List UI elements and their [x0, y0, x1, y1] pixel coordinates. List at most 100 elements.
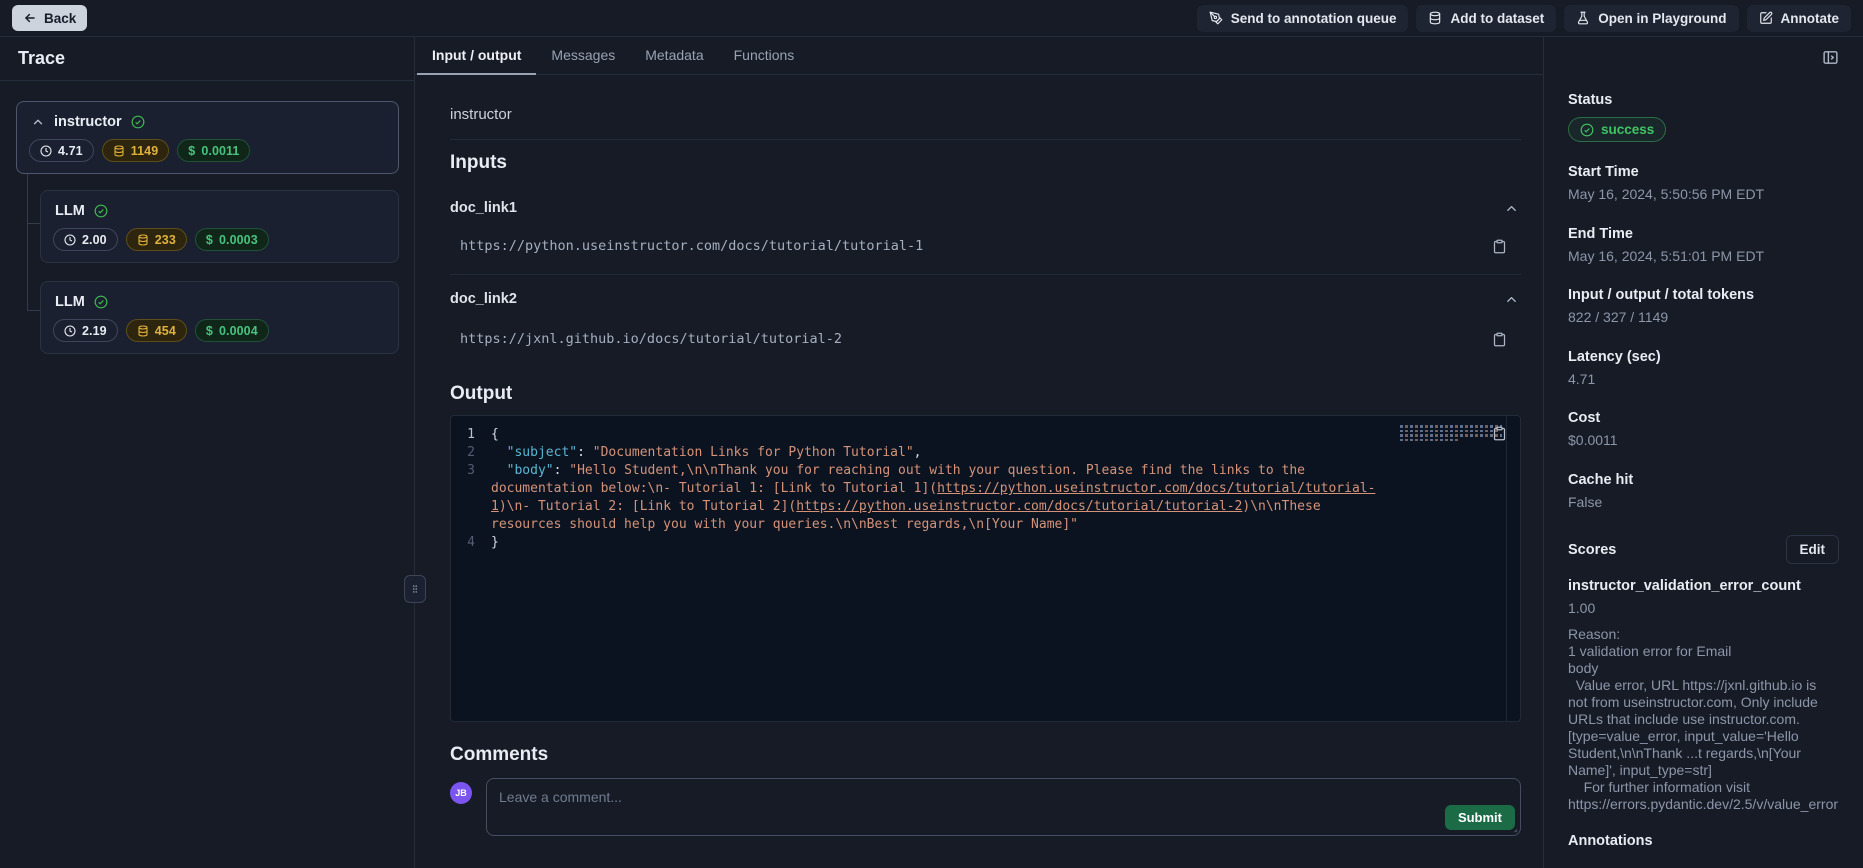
- divider: [450, 139, 1521, 140]
- copy-output-button[interactable]: [1492, 426, 1507, 441]
- cost-badge: $0.0003: [195, 228, 269, 251]
- input-doc-link2-value-row: https://jxnl.github.io/docs/tutorial/tut…: [450, 331, 1521, 347]
- code-lines: 1{2 "subject": "Documentation Links for …: [451, 426, 1520, 552]
- score-reason: Reason: 1 validation error for Email bod…: [1568, 626, 1839, 813]
- annotate-button[interactable]: Annotate: [1747, 5, 1852, 32]
- clock-icon: [40, 145, 52, 157]
- output-code-editor[interactable]: 1{2 "subject": "Documentation Links for …: [450, 415, 1521, 722]
- copy-doc-link2-button[interactable]: [1492, 332, 1507, 347]
- input-value: https://python.useinstructor.com/docs/tu…: [460, 238, 923, 254]
- add-to-dataset-button[interactable]: Add to dataset: [1416, 5, 1556, 32]
- edit-scores-button[interactable]: Edit: [1786, 535, 1840, 564]
- cache-hit-group: Cache hit False: [1568, 472, 1839, 512]
- database-icon: [137, 234, 149, 246]
- annotations-label: Annotations: [1568, 833, 1839, 849]
- latency-badge: 4.71: [29, 139, 94, 162]
- grip-dots-icon: [410, 582, 420, 596]
- inputs-heading: Inputs: [450, 152, 1521, 174]
- latency-value: 4.71: [1568, 371, 1839, 389]
- tree-connector-line: [27, 173, 28, 311]
- check-circle-icon: [94, 295, 108, 309]
- square-pen-icon: [1759, 11, 1773, 25]
- tab-input-output[interactable]: Input / output: [417, 37, 536, 75]
- input-label: doc_link2: [450, 291, 517, 307]
- collapse-doc-link2-button[interactable]: [1504, 292, 1519, 307]
- database-icon: [137, 325, 149, 337]
- back-button[interactable]: Back: [12, 5, 87, 31]
- panel-resize-handle[interactable]: [404, 575, 426, 603]
- details-sidebar: Status success Start Time May 16, 2024, …: [1543, 37, 1863, 868]
- tab-functions[interactable]: Functions: [719, 37, 810, 75]
- latency-badge: 2.00: [53, 228, 118, 251]
- tokens-badge: 454: [126, 319, 187, 342]
- check-circle-icon: [94, 204, 108, 218]
- trace-tree: instructor 4.71 1149 $0.0011 LLM: [0, 81, 414, 354]
- trace-panel-header: Trace: [0, 37, 414, 81]
- back-label: Back: [44, 11, 76, 26]
- code-scrollbar-track[interactable]: [1506, 416, 1507, 721]
- tokens-badge: 233: [126, 228, 187, 251]
- trace-node-llm-1[interactable]: LLM 2.00 233 $0.0003: [40, 190, 399, 263]
- end-time-group: End Time May 16, 2024, 5:51:01 PM EDT: [1568, 226, 1839, 266]
- scores-header: Scores Edit: [1568, 535, 1839, 564]
- trace-node-llm-2[interactable]: LLM 2.19 454 $0.0004: [40, 281, 399, 354]
- clock-icon: [64, 234, 76, 246]
- clock-icon: [64, 325, 76, 337]
- open-in-playground-button[interactable]: Open in Playground: [1564, 5, 1738, 32]
- trace-node-name: instructor: [54, 114, 122, 130]
- latency-badge: 2.19: [53, 319, 118, 342]
- collapse-sidebar-button[interactable]: [1822, 49, 1839, 66]
- score-name: instructor_validation_error_count: [1568, 578, 1839, 594]
- trace-node-name: LLM: [55, 203, 85, 219]
- status-badge: success: [1568, 117, 1666, 142]
- observation-name: instructor: [450, 106, 1521, 123]
- cost-group: Cost $0.0011: [1568, 410, 1839, 450]
- panel-right-icon: [1822, 49, 1839, 66]
- avatar: JB: [450, 782, 472, 804]
- output-heading: Output: [450, 383, 1521, 405]
- submit-comment-button[interactable]: Submit: [1445, 805, 1515, 830]
- comments-heading: Comments: [450, 744, 1521, 766]
- cost-badge: $0.0011: [177, 139, 250, 162]
- input-label: doc_link1: [450, 200, 517, 216]
- check-circle-icon: [131, 115, 145, 129]
- scores-label: Scores: [1568, 542, 1616, 558]
- dollar-icon: $: [206, 233, 213, 247]
- comment-box: Submit: [486, 778, 1521, 836]
- end-time-value: May 16, 2024, 5:51:01 PM EDT: [1568, 248, 1839, 266]
- dollar-icon: $: [206, 324, 213, 338]
- status-label: Status: [1568, 92, 1839, 108]
- tree-connector-elbow: [27, 223, 40, 224]
- comment-input[interactable]: [487, 779, 1520, 835]
- input-value: https://jxnl.github.io/docs/tutorial/tut…: [460, 331, 842, 347]
- collapse-doc-link1-button[interactable]: [1504, 201, 1519, 216]
- send-to-annotation-queue-button[interactable]: Send to annotation queue: [1197, 5, 1409, 32]
- trace-node-instructor[interactable]: instructor 4.71 1149 $0.0011: [16, 101, 399, 174]
- score-value: 1.00: [1568, 600, 1839, 618]
- divider: [450, 274, 1521, 275]
- dollar-icon: $: [188, 144, 195, 158]
- topbar-actions: Send to annotation queue Add to dataset …: [1197, 5, 1851, 32]
- clipboard-icon: [1492, 426, 1507, 441]
- cost-badge: $0.0004: [195, 319, 269, 342]
- input-doc-link2-header: doc_link2: [450, 291, 1521, 307]
- check-circle-icon: [1580, 123, 1594, 137]
- input-doc-link1-header: doc_link1: [450, 200, 1521, 216]
- tab-metadata[interactable]: Metadata: [630, 37, 718, 75]
- pen-tool-icon: [1209, 11, 1223, 25]
- clipboard-icon: [1492, 332, 1507, 347]
- latency-group: Latency (sec) 4.71: [1568, 349, 1839, 389]
- app: Back Send to annotation queue Add to dat…: [0, 0, 1863, 868]
- input-doc-link1-value-row: https://python.useinstructor.com/docs/tu…: [450, 238, 1521, 254]
- chevron-up-icon[interactable]: [31, 115, 45, 129]
- flask-icon: [1576, 11, 1590, 25]
- copy-doc-link1-button[interactable]: [1492, 239, 1507, 254]
- trace-node-name: LLM: [55, 294, 85, 310]
- start-time-group: Start Time May 16, 2024, 5:50:56 PM EDT: [1568, 164, 1839, 204]
- tab-messages[interactable]: Messages: [536, 37, 630, 75]
- clipboard-icon: [1492, 239, 1507, 254]
- tokens-value: 822 / 327 / 1149: [1568, 309, 1839, 327]
- chevron-up-icon: [1504, 201, 1519, 216]
- observation-detail-panel: Input / output Messages Metadata Functio…: [415, 37, 1543, 868]
- tokens-group: Input / output / total tokens 822 / 327 …: [1568, 287, 1839, 327]
